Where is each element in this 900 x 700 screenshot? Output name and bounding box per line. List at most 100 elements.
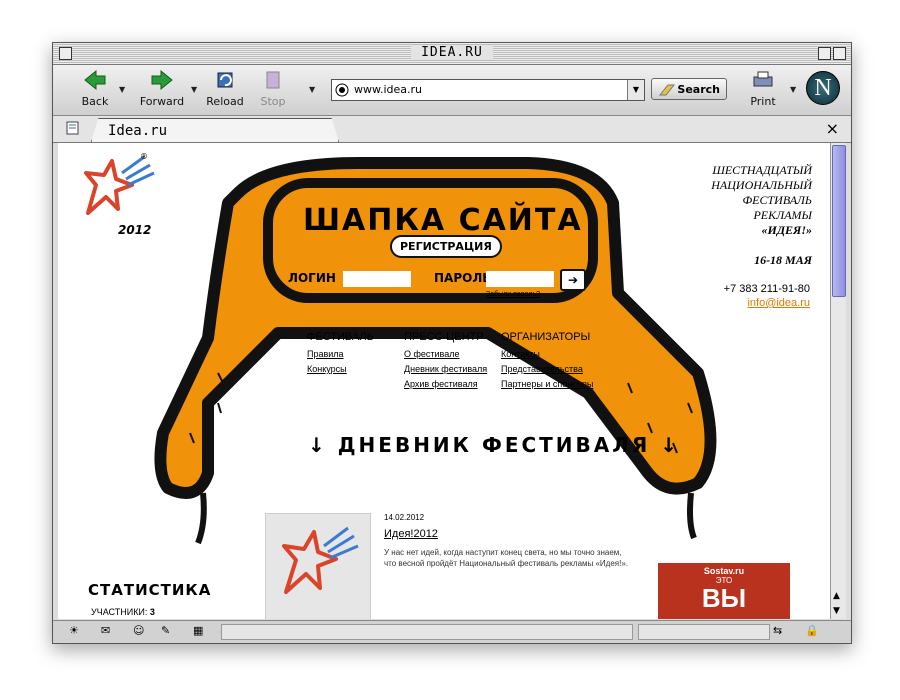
tab-idea-ru[interactable]: Idea.ru xyxy=(91,118,339,142)
reload-icon xyxy=(217,72,233,88)
menu-link-contacts[interactable]: Контакты xyxy=(501,349,540,359)
stats-title: СТАТИСТИКА xyxy=(88,581,212,599)
search-button[interactable]: Search xyxy=(651,78,727,100)
print-button[interactable]: Print xyxy=(743,69,783,108)
email-link[interactable]: info@idea.ru xyxy=(747,297,810,309)
down-arrow-icon: ↓ xyxy=(650,433,681,457)
scroll-down-icon[interactable]: ▼ xyxy=(833,606,840,616)
tab-bar: Idea.ru × xyxy=(53,116,851,143)
submit-login-icon[interactable]: ➔ xyxy=(560,269,586,291)
back-button[interactable]: Back xyxy=(75,69,115,108)
phone-number: +7 383 211-91-80 xyxy=(723,283,810,295)
title-bar[interactable]: IDEA.RU xyxy=(53,43,851,65)
festival-dates: 16-18 МАЯ xyxy=(754,253,812,267)
menu-link-about[interactable]: О фестивале xyxy=(404,349,460,359)
logo-year: 2012 xyxy=(118,223,152,237)
site-icon xyxy=(335,83,349,97)
menu-link-diary[interactable]: Дневник фестиваля xyxy=(404,364,487,374)
diary-title-text: ДНЕВНИК ФЕСТИВАЛЯ xyxy=(337,433,651,457)
register-button[interactable]: РЕГИСТРАЦИЯ xyxy=(390,235,502,258)
collapse-box-icon[interactable] xyxy=(833,47,846,60)
stats-participants-label: УЧАСТНИКИ: xyxy=(91,607,148,617)
back-label: Back xyxy=(81,95,109,108)
stats-participants: УЧАСТНИКИ: 3 xyxy=(91,607,155,617)
status-bar: ☀ ✉ ☺ ✎ ▦ ⇆ 🔒 xyxy=(53,620,851,643)
forward-label: Forward xyxy=(139,95,185,108)
down-arrow-icon: ↓ xyxy=(308,433,338,457)
menu-festival: ФЕСТИВАЛЬ Правила Конкурсы xyxy=(307,331,374,379)
banner-line2: ВЫ xyxy=(701,583,747,613)
post-date: 14.02.2012 xyxy=(384,513,425,522)
menu-link-archive[interactable]: Архив фестиваля xyxy=(404,379,478,389)
reload-label: Reload xyxy=(206,95,244,108)
festival-info-line: НАЦИОНАЛЬНЫЙ xyxy=(711,178,812,192)
festival-info-line: ФЕСТИВАЛЬ xyxy=(742,193,813,207)
printer-icon xyxy=(753,71,773,87)
page-content: ® 2012 ШАПКА САЙТА РЕГИСТРАЦИЯ ЛОГИН ПАР… xyxy=(58,143,830,619)
diary-title: ↓ ДНЕВНИК ФЕСТИВАЛЯ ↓ xyxy=(308,433,680,457)
forgot-password-link[interactable]: Забыли пароль? xyxy=(486,291,540,298)
navigation-toolbar: Back ▼ Forward ▼ Reload Stop ▼ www.idea.… xyxy=(53,65,851,116)
password-label: ПАРОЛЬ xyxy=(434,271,492,285)
header-title: ШАПКА САЙТА xyxy=(303,203,583,238)
menu-link-partners[interactable]: Партнеры и спонсоры xyxy=(501,379,593,389)
banner-brand: Sostav.ru xyxy=(703,566,745,576)
close-box-icon[interactable] xyxy=(59,47,72,60)
instant-messenger-icon[interactable]: ☺ xyxy=(133,624,149,638)
festival-info: ШЕСТНАДЦАТЫЙ НАЦИОНАЛЬНЫЙ ФЕСТИВАЛЬ РЕКЛ… xyxy=(711,163,812,238)
forward-button[interactable]: Forward xyxy=(137,69,187,108)
stats-participants-value: 3 xyxy=(149,607,155,617)
idea-logo-icon xyxy=(282,526,359,594)
post-text: У нас нет идей, когда наступит конец све… xyxy=(384,548,629,568)
menu-link-rules[interactable]: Правила xyxy=(307,349,344,359)
svg-text:®: ® xyxy=(140,152,148,161)
menu-press-center: ПРЕСС-ЦЕНТР О фестивале Дневник фестивал… xyxy=(404,331,487,394)
festival-info-line: РЕКЛАМЫ xyxy=(753,208,812,222)
festival-info-line: ШЕСТНАДЦАТЫЙ xyxy=(712,163,812,177)
new-tab-icon[interactable] xyxy=(65,120,81,136)
print-dropdown-icon[interactable]: ▼ xyxy=(790,85,796,94)
reload-button[interactable]: Reload xyxy=(205,69,245,108)
menu-organizers: ОРГАНИЗАТОРЫ Контакты Представительства … xyxy=(501,331,593,394)
print-label: Print xyxy=(750,95,776,108)
url-dropdown-icon[interactable]: ▼ xyxy=(627,80,644,100)
stop-icon xyxy=(266,71,280,89)
online-status-icon[interactable]: ⇆ xyxy=(773,624,789,638)
browser-window: IDEA.RU Back ▼ Forward ▼ Reload Stop ▼ w… xyxy=(52,42,852,644)
stop-label: Stop xyxy=(260,95,286,108)
vertical-scrollbar[interactable]: ▲ ▼ xyxy=(830,143,846,619)
idea-logo-icon: ® xyxy=(84,152,155,215)
menu-heading: ПРЕСС-ЦЕНТР xyxy=(404,331,484,343)
url-value[interactable]: www.idea.ru xyxy=(354,80,422,100)
menu-link-offices[interactable]: Представительства xyxy=(501,364,583,374)
sostav-banner[interactable]: Sostav.ru ЭТО ВЫ xyxy=(658,563,790,619)
login-label: ЛОГИН xyxy=(288,271,336,285)
menu-heading: ФЕСТИВАЛЬ xyxy=(307,331,374,343)
zoom-box-icon[interactable] xyxy=(818,47,831,60)
forward-arrow-icon xyxy=(151,69,173,91)
progress-bar xyxy=(638,624,770,640)
stop-dropdown-icon[interactable]: ▼ xyxy=(309,85,315,94)
login-input[interactable] xyxy=(343,271,411,287)
navigator-component-icon[interactable]: ☀ xyxy=(69,624,85,638)
scrollbar-thumb[interactable] xyxy=(832,145,846,297)
back-arrow-icon xyxy=(84,69,106,91)
composer-component-icon[interactable]: ✎ xyxy=(161,624,177,638)
url-bar[interactable]: www.idea.ru ▼ xyxy=(331,79,645,101)
password-input[interactable] xyxy=(486,271,554,287)
netscape-throbber-icon[interactable]: N xyxy=(806,71,840,105)
close-tab-icon[interactable]: × xyxy=(826,119,839,138)
search-label: Search xyxy=(677,83,720,96)
menu-link-contests[interactable]: Конкурсы xyxy=(307,364,347,374)
back-history-dropdown-icon[interactable]: ▼ xyxy=(119,85,125,94)
scroll-up-icon[interactable]: ▲ xyxy=(833,591,840,601)
forward-history-dropdown-icon[interactable]: ▼ xyxy=(191,85,197,94)
post-title-link[interactable]: Идея!2012 xyxy=(384,528,438,540)
mail-component-icon[interactable]: ✉ xyxy=(101,624,117,638)
stop-button[interactable]: Stop xyxy=(253,69,293,108)
post-thumbnail[interactable] xyxy=(265,513,371,619)
address-book-icon[interactable]: ▦ xyxy=(193,624,209,638)
status-text-area xyxy=(221,624,633,640)
security-lock-icon[interactable]: 🔒 xyxy=(805,624,821,638)
search-icon xyxy=(658,84,676,96)
